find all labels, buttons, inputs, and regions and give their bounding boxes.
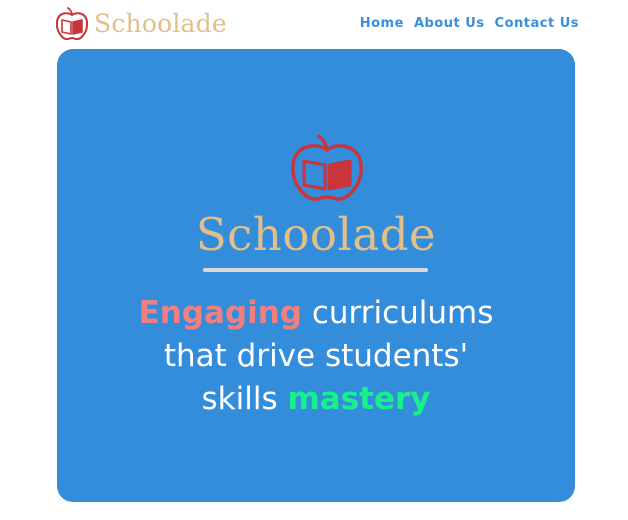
brand-link[interactable]: Schoolade [54,6,227,42]
apple-book-icon [55,7,89,41]
main-nav: Home About Us Contact Us [360,15,579,33]
tagline-line-2: that drive students' [163,338,469,374]
nav-home[interactable]: Home [360,15,404,33]
site-header: Schoolade Home About Us Contact Us [0,0,628,48]
nav-about-us[interactable]: About Us [414,15,485,33]
apple-book-icon [291,134,363,201]
tagline-line-1: curriculums [311,295,494,331]
hero-tagline: Engaging curriculums that drive students… [57,292,575,421]
hero-brand-name: Schoolade [195,208,437,261]
tagline-highlight-engaging: Engaging [138,295,302,331]
brand-name: Schoolade [94,9,227,38]
tagline-line-3: skills [201,381,278,417]
tagline-highlight-mastery: mastery [287,381,431,417]
hero-banner: Schoolade Engaging curriculums that driv… [57,49,575,502]
hero-divider [203,268,428,272]
nav-contact-us[interactable]: Contact Us [495,15,579,33]
